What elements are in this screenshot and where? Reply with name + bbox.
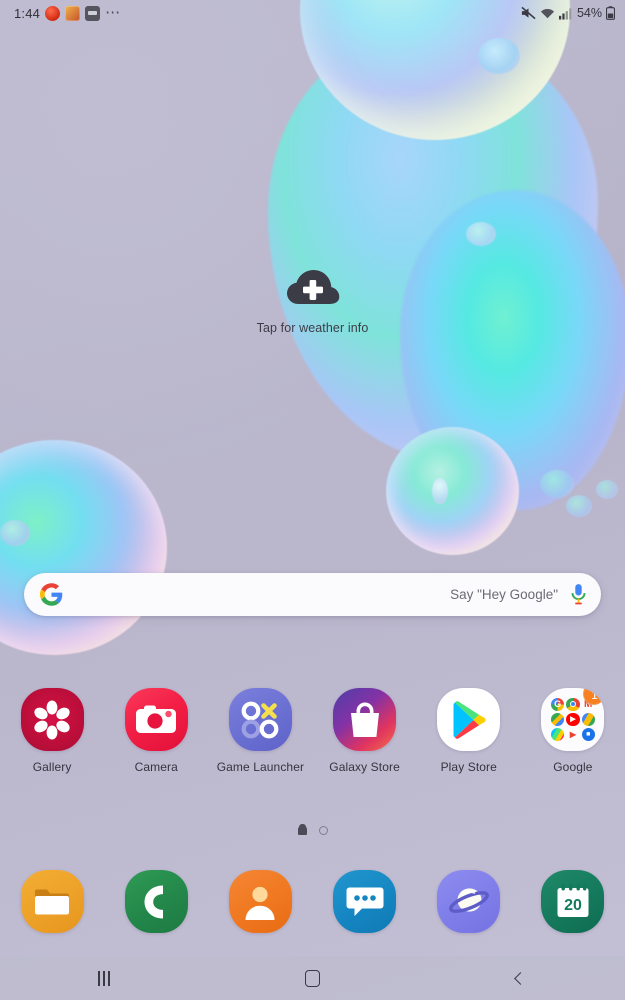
game-launcher-icon[interactable] [228, 688, 292, 751]
wallpaper-bubble [566, 495, 592, 517]
dock-app-phone[interactable] [104, 870, 208, 933]
navigation-bar [0, 956, 625, 1000]
app-label: Play Store [440, 760, 497, 774]
status-time: 1:44 [14, 5, 41, 21]
wallpaper [0, 0, 625, 1000]
flower-glyph [34, 700, 70, 739]
handset-glyph [144, 885, 164, 918]
wallpaper-bubble [0, 520, 30, 546]
chrome-icon [566, 697, 580, 711]
app-label: Google [553, 760, 593, 774]
gallery-icon[interactable] [20, 688, 84, 751]
shopping-bag-glyph [350, 702, 379, 737]
planet-glyph [448, 887, 489, 913]
camera-glyph [136, 705, 177, 733]
play-store-icon[interactable] [437, 688, 501, 751]
wallpaper-bubble [540, 470, 574, 498]
back-icon [514, 971, 528, 985]
page-indicator-home[interactable] [297, 823, 307, 835]
folder-icon[interactable] [20, 870, 84, 933]
message-bubble-icon[interactable] [333, 870, 397, 933]
app-label: Galaxy Store [329, 760, 400, 774]
wallpaper-bubble [0, 440, 167, 655]
internet-planet-icon[interactable] [437, 870, 501, 933]
back-button[interactable] [486, 956, 556, 1000]
drive-icon [581, 712, 595, 727]
status-bar-left: 1:44 ⋯ [14, 4, 122, 21]
contacts-icon[interactable] [228, 870, 292, 933]
status-bar[interactable]: 1:44 ⋯ 54% [0, 0, 625, 26]
play-store-icon [550, 728, 565, 742]
home-screen: 1:44 ⋯ 54% Tap for weather info Say "Hey… [0, 0, 625, 1000]
galaxy-store-icon[interactable] [333, 688, 397, 751]
red-dot-icon [45, 5, 61, 21]
wallpaper-bubble [596, 480, 618, 499]
wallpaper-bubble [386, 427, 519, 555]
wifi-icon [540, 8, 555, 18]
weather-label: Tap for weather info [256, 321, 369, 335]
play-movies-icon: ▶ [566, 728, 580, 742]
dock-app-internet[interactable] [417, 870, 521, 933]
google-folder-icon[interactable]: G M ▶ ▶ ■ 1 [541, 688, 605, 751]
app-google-folder[interactable]: G M ▶ ▶ ■ 1 Google [521, 688, 625, 774]
app-galaxy-store[interactable]: Galaxy Store [312, 688, 416, 774]
google-search-bar[interactable]: Say "Hey Google" [24, 573, 601, 616]
camera-icon[interactable] [124, 688, 188, 751]
game-icon [65, 5, 81, 21]
page-indicator[interactable] [0, 823, 625, 835]
microphone-icon[interactable] [570, 583, 587, 606]
app-camera[interactable]: Camera [104, 688, 208, 774]
google-icon: G [550, 697, 565, 711]
app-grid: Gallery Camera Game Launcher Galaxy Stor… [0, 688, 625, 774]
recents-icon [98, 970, 110, 986]
dock-app-contacts[interactable] [208, 870, 312, 933]
wallpaper-bubble [432, 478, 448, 504]
app-gallery[interactable]: Gallery [0, 688, 104, 774]
phone-icon[interactable] [124, 870, 188, 933]
home-icon [304, 969, 320, 987]
speech-bubble-glyph [346, 887, 384, 916]
app-label: Camera [134, 760, 178, 774]
recents-button[interactable] [69, 956, 139, 1000]
status-bar-right: 54% [521, 6, 615, 20]
wallpaper-bubble [466, 222, 496, 246]
calendar-icon[interactable]: 20 [541, 870, 605, 933]
battery-icon [606, 6, 615, 20]
app-label: Game Launcher [216, 760, 305, 774]
app-play-store[interactable]: Play Store [417, 688, 521, 774]
game-glyph [242, 701, 279, 738]
search-placeholder: Say "Hey Google" [450, 587, 558, 602]
signal-bars-icon [558, 7, 572, 20]
dock: 20 [0, 870, 625, 933]
wallpaper-bubble [478, 38, 520, 74]
dock-app-calendar[interactable]: 20 [521, 870, 625, 933]
google-g-icon [40, 583, 63, 606]
calendar-glyph: 20 [557, 883, 589, 917]
calendar-day: 20 [564, 897, 582, 914]
person-glyph [245, 886, 275, 920]
notification-badge: 1 [583, 688, 605, 705]
more-dots-icon: ⋯ [105, 4, 122, 21]
cloud-plus-icon [286, 270, 339, 304]
weather-widget[interactable]: Tap for weather info [0, 264, 625, 335]
meet-icon: ■ [581, 728, 595, 742]
youtube-icon: ▶ [566, 712, 580, 727]
app-game-launcher[interactable]: Game Launcher [208, 688, 312, 774]
dock-app-messages[interactable] [312, 870, 416, 933]
card-icon [85, 5, 101, 21]
dock-app-my-files[interactable] [0, 870, 104, 933]
page-indicator-dot[interactable] [318, 826, 328, 835]
folder-glyph [35, 889, 70, 914]
home-button[interactable] [277, 956, 347, 1000]
mute-icon [521, 6, 536, 20]
battery-percent: 54% [576, 6, 602, 20]
maps-icon [550, 712, 565, 727]
app-label: Gallery [32, 760, 72, 774]
play-triangle-glyph [453, 700, 486, 739]
